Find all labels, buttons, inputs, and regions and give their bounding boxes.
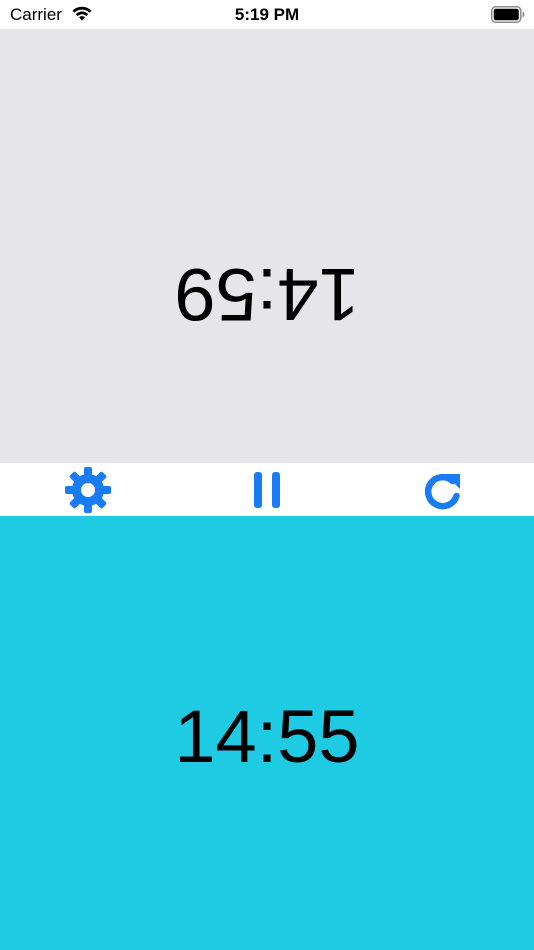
status-bar: Carrier 5:19 PM (0, 0, 534, 29)
top-player-panel[interactable]: 14:59 (0, 29, 534, 463)
pause-icon (254, 471, 280, 508)
bottom-player-timer: 14:55 (174, 695, 360, 778)
control-bar (0, 463, 534, 516)
settings-button[interactable] (58, 463, 118, 516)
pause-button[interactable] (237, 463, 297, 516)
gear-icon (65, 466, 111, 513)
reset-button[interactable] (414, 463, 474, 516)
battery-full-icon (491, 6, 525, 23)
refresh-icon (424, 473, 460, 509)
top-player-timer: 14:59 (174, 253, 360, 336)
status-time: 5:19 PM (234, 5, 300, 24)
bottom-player-panel[interactable]: 14:55 (0, 516, 534, 950)
